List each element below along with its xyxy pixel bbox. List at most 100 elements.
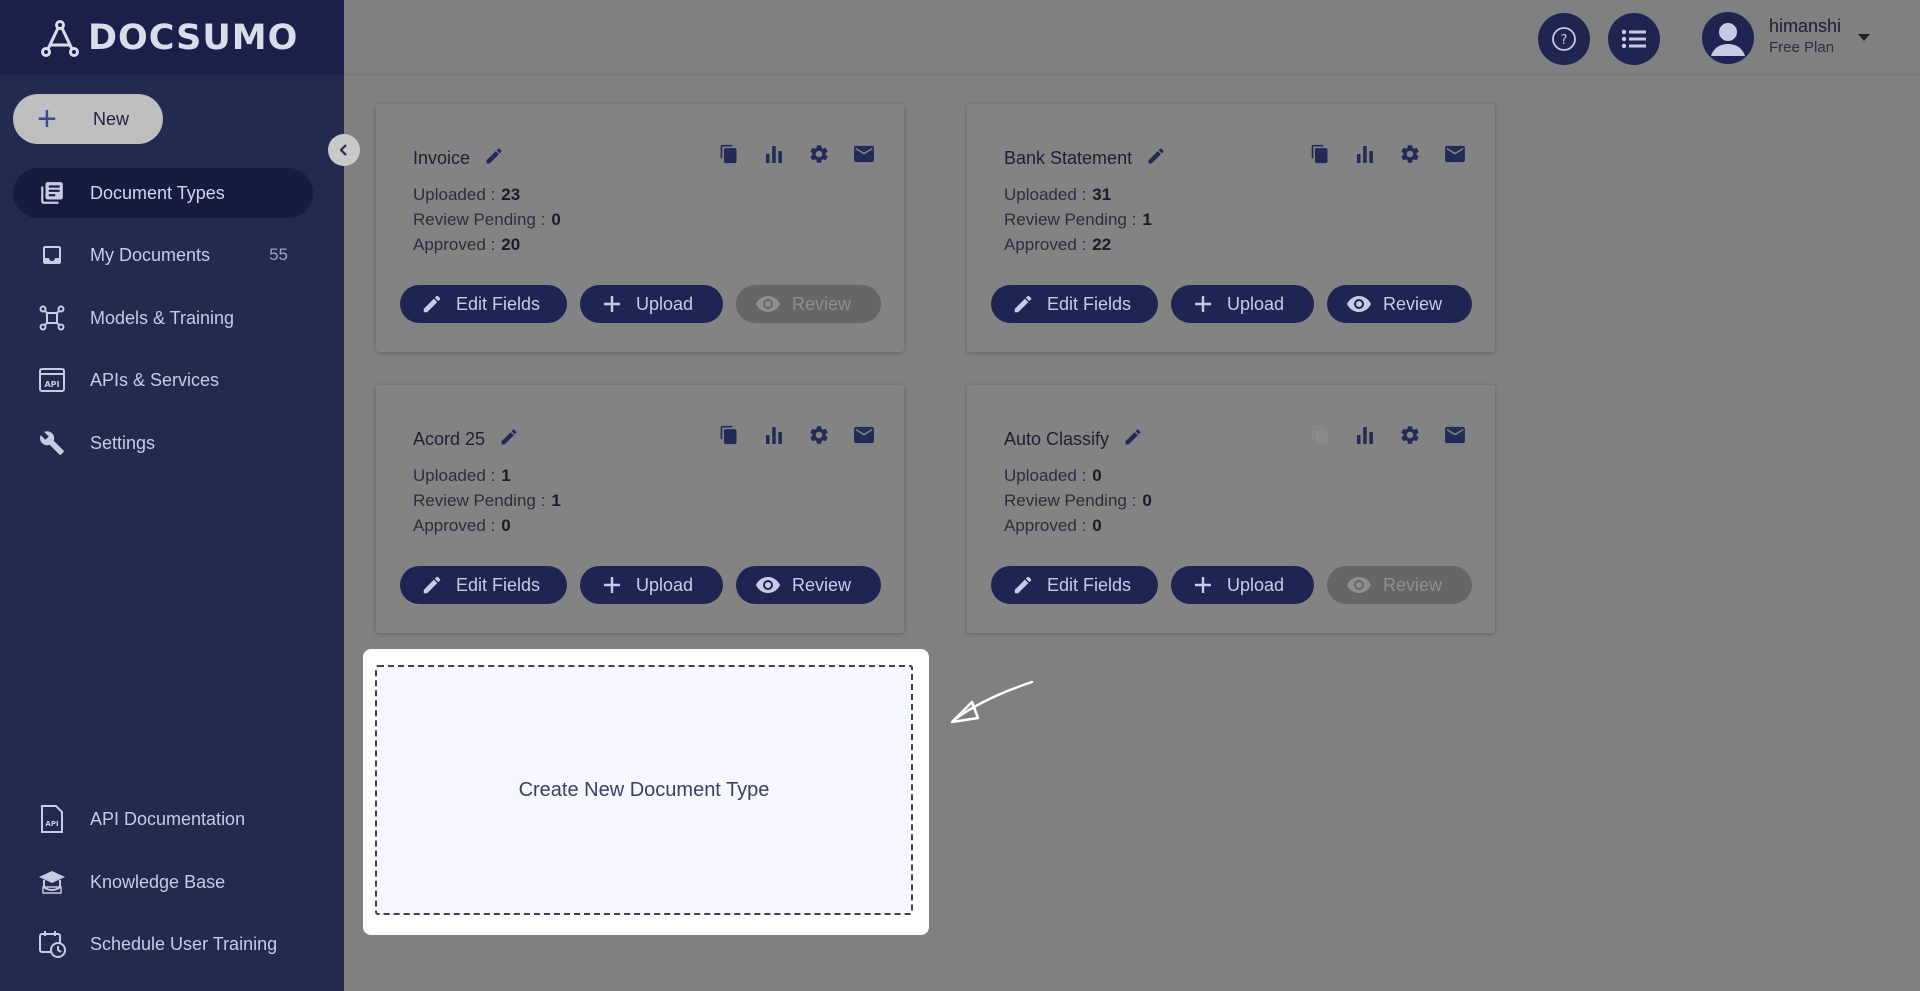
new-button-label: New [93, 108, 130, 129]
mail-icon[interactable] [1443, 142, 1467, 166]
mail-icon[interactable] [1443, 423, 1467, 447]
upload-button[interactable]: Upload [580, 285, 723, 323]
plus-icon [1191, 292, 1215, 316]
gear-icon[interactable] [807, 142, 831, 166]
mail-icon[interactable] [852, 142, 876, 166]
plus-icon [600, 292, 624, 316]
review-button[interactable]: Review [1327, 566, 1472, 604]
edit-title-icon[interactable] [1146, 146, 1166, 171]
user-plan: Free Plan [1769, 39, 1835, 56]
card-title-row: Acord 25 [413, 427, 519, 452]
sidebar-item-settings[interactable]: Settings [13, 418, 313, 468]
caret-down-icon[interactable] [1858, 34, 1870, 41]
stat-label: Approved : [413, 516, 496, 535]
sidebar: DOCSUMO + New Document Types My Document… [0, 0, 344, 991]
gear-icon[interactable] [807, 423, 831, 447]
sidebar-item-knowledge-base[interactable]: Knowledge Base [13, 857, 313, 907]
review-button[interactable]: Review [1327, 285, 1472, 323]
sidebar-item-label: Models & Training [90, 307, 235, 328]
sidebar-item-schedule-user-training[interactable]: Schedule User Training [13, 919, 313, 969]
edit-fields-button[interactable]: Edit Fields [991, 285, 1158, 323]
card-buttons: Edit Fields Upload Review [991, 285, 1472, 323]
button-label: Upload [636, 574, 694, 595]
bar-chart-icon[interactable] [762, 142, 786, 166]
button-label: Review [792, 574, 852, 595]
approved-stat: Approved : 20 [413, 235, 520, 255]
button-label: Upload [1227, 574, 1285, 595]
duplicate-icon[interactable] [1308, 142, 1332, 166]
button-label: Edit Fields [456, 574, 541, 595]
plus-icon [600, 573, 624, 597]
sidebar-item-models-training[interactable]: Models & Training [13, 293, 313, 343]
bar-chart-icon[interactable] [1353, 142, 1377, 166]
svg-text:?: ? [1561, 33, 1568, 48]
card-title-row: Bank Statement [1004, 146, 1166, 171]
edit-fields-button[interactable]: Edit Fields [400, 566, 567, 604]
help-button[interactable]: ? [1538, 13, 1590, 65]
gear-icon[interactable] [1398, 423, 1422, 447]
stat-value: 23 [501, 185, 521, 204]
eye-icon [1347, 292, 1371, 316]
mail-icon[interactable] [852, 423, 876, 447]
edit-fields-button[interactable]: Edit Fields [991, 566, 1158, 604]
bar-chart-icon[interactable] [1353, 423, 1377, 447]
button-label: Upload [636, 293, 694, 314]
user-name[interactable]: himanshi [1769, 16, 1841, 37]
review-pending-stat: Review Pending : 1 [413, 491, 561, 511]
api-doc-icon: API [37, 805, 67, 833]
edit-title-icon[interactable] [499, 427, 519, 452]
eye-icon [756, 292, 780, 316]
review-pending-stat: Review Pending : 1 [1004, 210, 1152, 230]
stat-label: Approved : [413, 235, 496, 254]
sidebar-item-label: My Documents [90, 244, 211, 265]
list-icon [1621, 29, 1646, 49]
sidebar-item-label: API Documentation [90, 808, 246, 829]
card-title: Bank Statement [1004, 148, 1133, 168]
create-document-type-button[interactable]: Create New Document Type [375, 665, 913, 915]
card-buttons: Edit Fields Upload Review [400, 285, 881, 323]
upload-button[interactable]: Upload [580, 566, 723, 604]
edit-title-icon[interactable] [1123, 427, 1143, 452]
pencil-icon [420, 292, 444, 316]
ai-model-icon [37, 304, 67, 332]
uploaded-stat: Uploaded : 31 [1004, 185, 1111, 205]
review-button[interactable]: Review [736, 566, 881, 604]
sidebar-item-document-types[interactable]: Document Types [13, 168, 313, 218]
upload-button[interactable]: Upload [1171, 566, 1314, 604]
review-button[interactable]: Review [736, 285, 881, 323]
sidebar-item-apis-services[interactable]: API APIs & Services [13, 355, 313, 405]
uploaded-stat: Uploaded : 0 [1004, 466, 1102, 486]
document-type-card: Bank Statement Uploaded : 31 Review Pendi… [967, 104, 1495, 352]
stat-value: 0 [1142, 491, 1152, 510]
card-title-row: Auto Classify [1004, 427, 1143, 452]
stat-label: Uploaded : [413, 466, 496, 485]
gear-icon[interactable] [1398, 142, 1422, 166]
edit-fields-button[interactable]: Edit Fields [400, 285, 567, 323]
user-avatar[interactable] [1702, 12, 1754, 64]
collapse-sidebar-button[interactable] [328, 134, 360, 166]
card-title: Acord 25 [413, 429, 486, 449]
document-type-card: Acord 25 Uploaded : 1 Review Pending : 1 A… [376, 385, 904, 633]
review-pending-stat: Review Pending : 0 [1004, 491, 1152, 511]
upload-button[interactable]: Upload [1171, 285, 1314, 323]
card-actions [717, 423, 876, 447]
card-title: Auto Classify [1004, 429, 1110, 449]
stat-label: Review Pending : [413, 491, 546, 510]
graduation-cap-icon [37, 868, 67, 896]
brand[interactable]: DOCSUMO [0, 0, 344, 75]
duplicate-icon[interactable] [717, 423, 741, 447]
button-label: Edit Fields [456, 293, 541, 314]
new-button[interactable]: + New [13, 94, 163, 144]
stat-value: 0 [551, 210, 561, 229]
stat-value: 1 [1142, 210, 1152, 229]
edit-title-icon[interactable] [484, 146, 504, 171]
brand-name: DOCSUMO [88, 17, 299, 58]
sidebar-item-label: Schedule User Training [90, 933, 278, 954]
bar-chart-icon[interactable] [762, 423, 786, 447]
button-label: Review [1383, 293, 1443, 314]
duplicate-icon[interactable] [717, 142, 741, 166]
task-list-button[interactable] [1608, 13, 1660, 65]
stat-label: Uploaded : [1004, 466, 1087, 485]
sidebar-item-api-documentation[interactable]: API API Documentation [13, 794, 313, 844]
sidebar-item-my-documents[interactable]: My Documents 55 [13, 230, 313, 280]
